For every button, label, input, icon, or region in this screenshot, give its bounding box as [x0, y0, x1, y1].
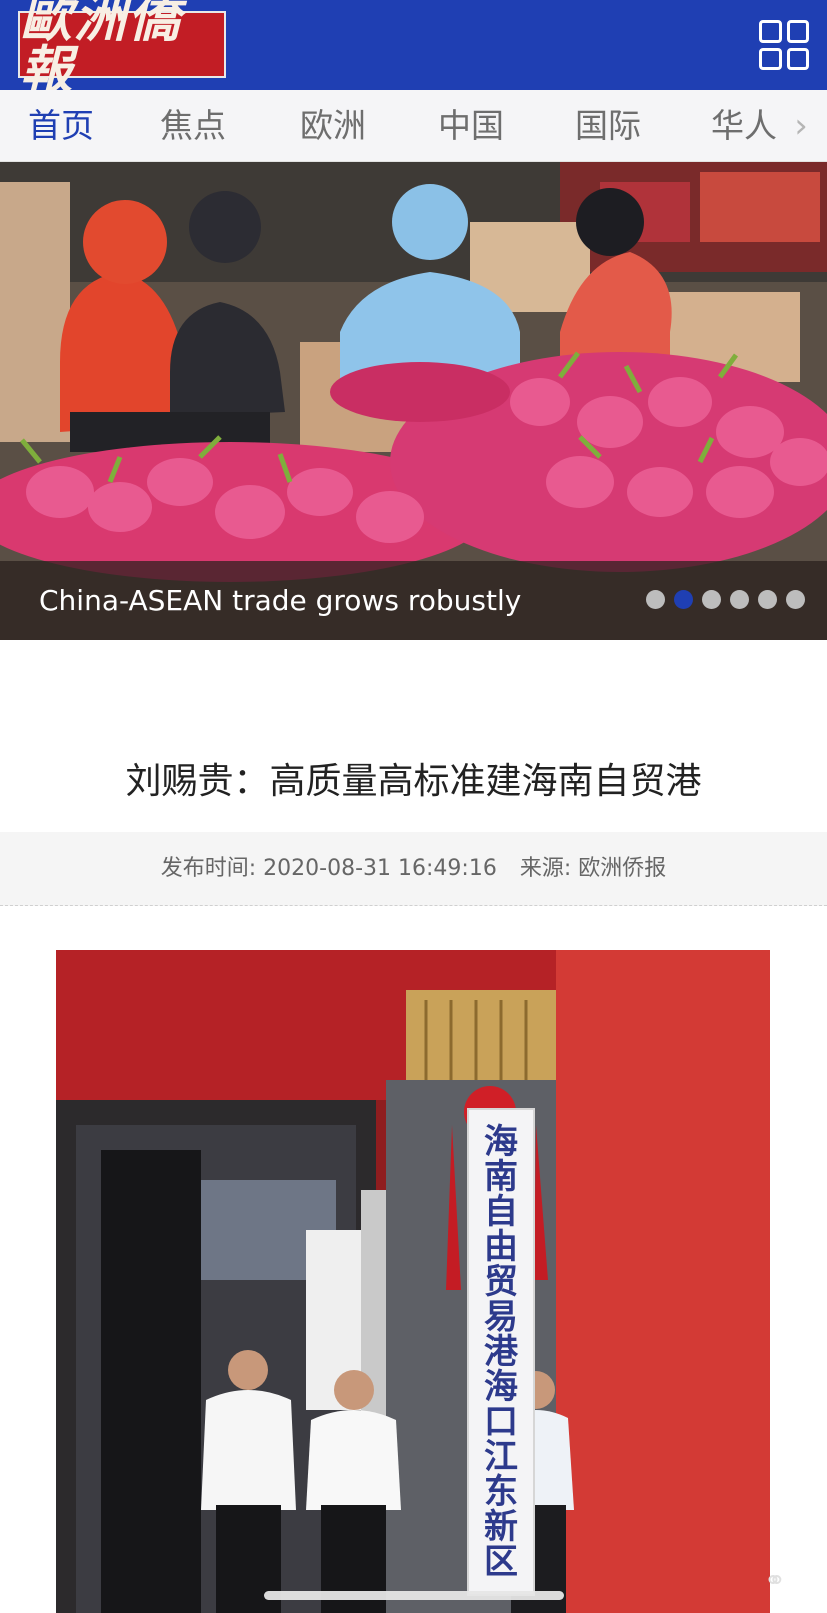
- grid-cell: [786, 47, 809, 70]
- wechat-watermark-icon: ⚭: [764, 1566, 786, 1596]
- photo-scene: [56, 950, 770, 1613]
- site-logo[interactable]: 歐洲僑報: [18, 0, 226, 96]
- slide-caption[interactable]: China-ASEAN trade grows robustly: [39, 561, 521, 640]
- plaque-char: 东: [484, 1472, 518, 1513]
- slide-dot[interactable]: [758, 590, 777, 609]
- tab-international[interactable]: 国际: [575, 90, 641, 161]
- slide-dot[interactable]: [702, 590, 721, 609]
- grid-cell: [759, 20, 782, 43]
- plaque-char: 港: [484, 1331, 518, 1372]
- plaque-char: 海: [484, 1366, 518, 1407]
- slideshow[interactable]: China-ASEAN trade grows robustly: [0, 162, 827, 640]
- plaque-char: 易: [484, 1296, 518, 1337]
- category-nav: 首页 焦点 欧洲 中国 国际 华人 ›: [0, 90, 827, 162]
- slide-dot[interactable]: [646, 590, 665, 609]
- plaque-char: 南: [484, 1156, 518, 1197]
- article-meta: 发布时间: 2020-08-31 16:49:16 来源: 欧洲侨报: [0, 832, 827, 906]
- plaque-char: 由: [484, 1226, 518, 1267]
- article-photo: [56, 950, 770, 1613]
- tab-focus[interactable]: 焦点: [160, 90, 226, 161]
- tab-overseas-chinese[interactable]: 华人: [711, 90, 777, 161]
- plaque-char: 区: [484, 1542, 518, 1583]
- slide-dot[interactable]: [786, 590, 805, 609]
- tab-home[interactable]: 首页: [28, 90, 94, 161]
- article-title: 刘赐贵：高质量高标准建海南自贸港: [125, 761, 702, 802]
- tab-europe[interactable]: 欧洲: [300, 90, 366, 161]
- plaque-char: 海: [484, 1121, 518, 1162]
- chevron-right-icon[interactable]: ›: [775, 90, 827, 161]
- grid-cell: [759, 47, 782, 70]
- plaque-char: 新: [484, 1507, 518, 1548]
- slide-dot[interactable]: [730, 590, 749, 609]
- plaque-char: 江: [484, 1437, 518, 1478]
- tab-china[interactable]: 中国: [438, 90, 504, 161]
- top-header: 歐洲僑報: [0, 0, 827, 96]
- caption-bar: China-ASEAN trade grows robustly: [0, 561, 827, 640]
- home-indicator[interactable]: [264, 1591, 564, 1600]
- plaque-char: 口: [484, 1402, 518, 1443]
- publish-time: 发布时间: 2020-08-31 16:49:16: [160, 856, 497, 881]
- logo-text: 歐洲僑報: [20, 0, 183, 101]
- plaque-char: 贸: [484, 1261, 518, 1302]
- grid-cell: [786, 20, 809, 43]
- plaque-sign: 海 南 自 由 贸 易 港 海 口 江 东 新 区: [467, 1108, 535, 1596]
- slide-indicator: [646, 590, 805, 609]
- slide-dot-active[interactable]: [674, 590, 693, 609]
- plaque-char: 自: [484, 1191, 518, 1232]
- article-source: 来源: 欧洲侨报: [519, 856, 667, 881]
- grid-menu-icon[interactable]: [759, 20, 809, 70]
